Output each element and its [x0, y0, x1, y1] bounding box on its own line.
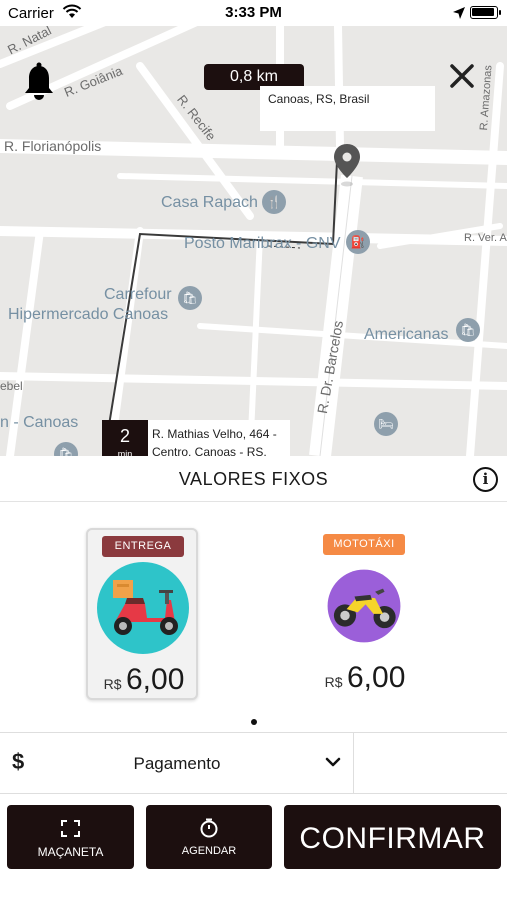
hotel-icon: 🛏: [374, 412, 398, 436]
map-label-florianopolis: R. Florianópolis: [4, 138, 102, 154]
page-indicator: [0, 712, 507, 730]
shopping-bag-icon: 🛍: [456, 318, 480, 342]
macaneta-button[interactable]: MAÇANETA: [7, 805, 134, 869]
origin-address-box: R. Mathias Velho, 464 - Centro, Canoas -…: [148, 420, 290, 456]
option-currency: R$: [103, 676, 122, 692]
expand-icon: [61, 820, 80, 837]
poi-carrefour[interactable]: Carrefour: [104, 286, 172, 304]
shopping-bag-icon: 🛍: [178, 286, 202, 310]
map-label-ver: R. Ver. A: [464, 232, 507, 244]
confirm-label: CONFIRMAR: [299, 822, 486, 855]
option-currency: R$: [324, 674, 343, 690]
payment-row: $ Pagamento: [0, 732, 507, 794]
payment-select[interactable]: $ Pagamento: [0, 733, 354, 793]
option-price-value: 6,00: [125, 663, 185, 696]
destination-pin-icon: [334, 144, 360, 187]
option-badge: MOTOTÁXI: [323, 534, 405, 555]
stopwatch-icon: [200, 818, 218, 838]
clock: 3:33 PM: [225, 4, 282, 21]
battery-tip: [499, 10, 501, 15]
panel-title: VALORES FIXOS: [178, 469, 329, 489]
info-icon[interactable]: i: [473, 467, 498, 492]
scooter-icon: [97, 562, 189, 654]
option-price: R$ 6,00: [309, 661, 421, 695]
poi-hipermercado[interactable]: Hipermercado Canoas: [8, 306, 168, 324]
agendar-label: AGENDAR: [181, 845, 237, 857]
option-price: R$ 6,00: [88, 663, 200, 697]
close-icon[interactable]: [448, 62, 476, 90]
macaneta-label: MAÇANETA: [37, 845, 104, 859]
option-price-value: 6,00: [346, 661, 406, 694]
poi-americanas[interactable]: Americanas: [364, 326, 448, 344]
fuel-icon: ⛽: [346, 230, 370, 254]
poi-casa-rapach[interactable]: Casa Rapach: [161, 194, 258, 212]
chevron-down-icon: [325, 757, 341, 767]
panel-header: VALORES FIXOS i: [0, 456, 507, 502]
poi-posto[interactable]: Posto Maribrax - GNV: [184, 235, 340, 253]
bell-icon[interactable]: [22, 62, 56, 102]
map-label-canoas: n - Canoas: [0, 414, 79, 431]
option-card-mototaxi[interactable]: MOTOTÁXI R$ 6,00: [309, 528, 421, 700]
motorbike-icon: [327, 569, 401, 643]
service-panel: VALORES FIXOS i ENTREGA R$ 6,00 MOTOTÁXI: [0, 456, 507, 900]
option-card-entrega[interactable]: ENTREGA R$ 6,00: [86, 528, 198, 700]
origin-eta-unit: min: [117, 449, 133, 456]
agendar-button[interactable]: AGENDAR: [146, 805, 272, 869]
origin-address: R. Mathias Velho, 464 - Centro, Canoas -…: [152, 427, 277, 456]
origin-eta-badge: 2 min: [102, 420, 148, 456]
map-label-ebel: ebel: [0, 379, 23, 393]
battery-icon: [470, 6, 498, 19]
option-badge: ENTREGA: [102, 536, 184, 557]
origin-eta-value: 2: [119, 426, 130, 446]
map-view[interactable]: R. Natal R. Goiânia R. Recife R. Florian…: [0, 26, 507, 456]
status-bar: Carrier 3:33 PM: [0, 0, 507, 26]
page-dot: [250, 719, 257, 725]
location-arrow-icon: [453, 7, 465, 19]
restaurant-icon: 🍴: [262, 190, 286, 214]
payment-label: Pagamento: [133, 754, 221, 773]
confirm-button[interactable]: CONFIRMAR: [284, 805, 501, 869]
destination-address-box: Canoas, RS, Brasil: [260, 86, 435, 131]
destination-address: Canoas, RS, Brasil: [268, 92, 370, 106]
